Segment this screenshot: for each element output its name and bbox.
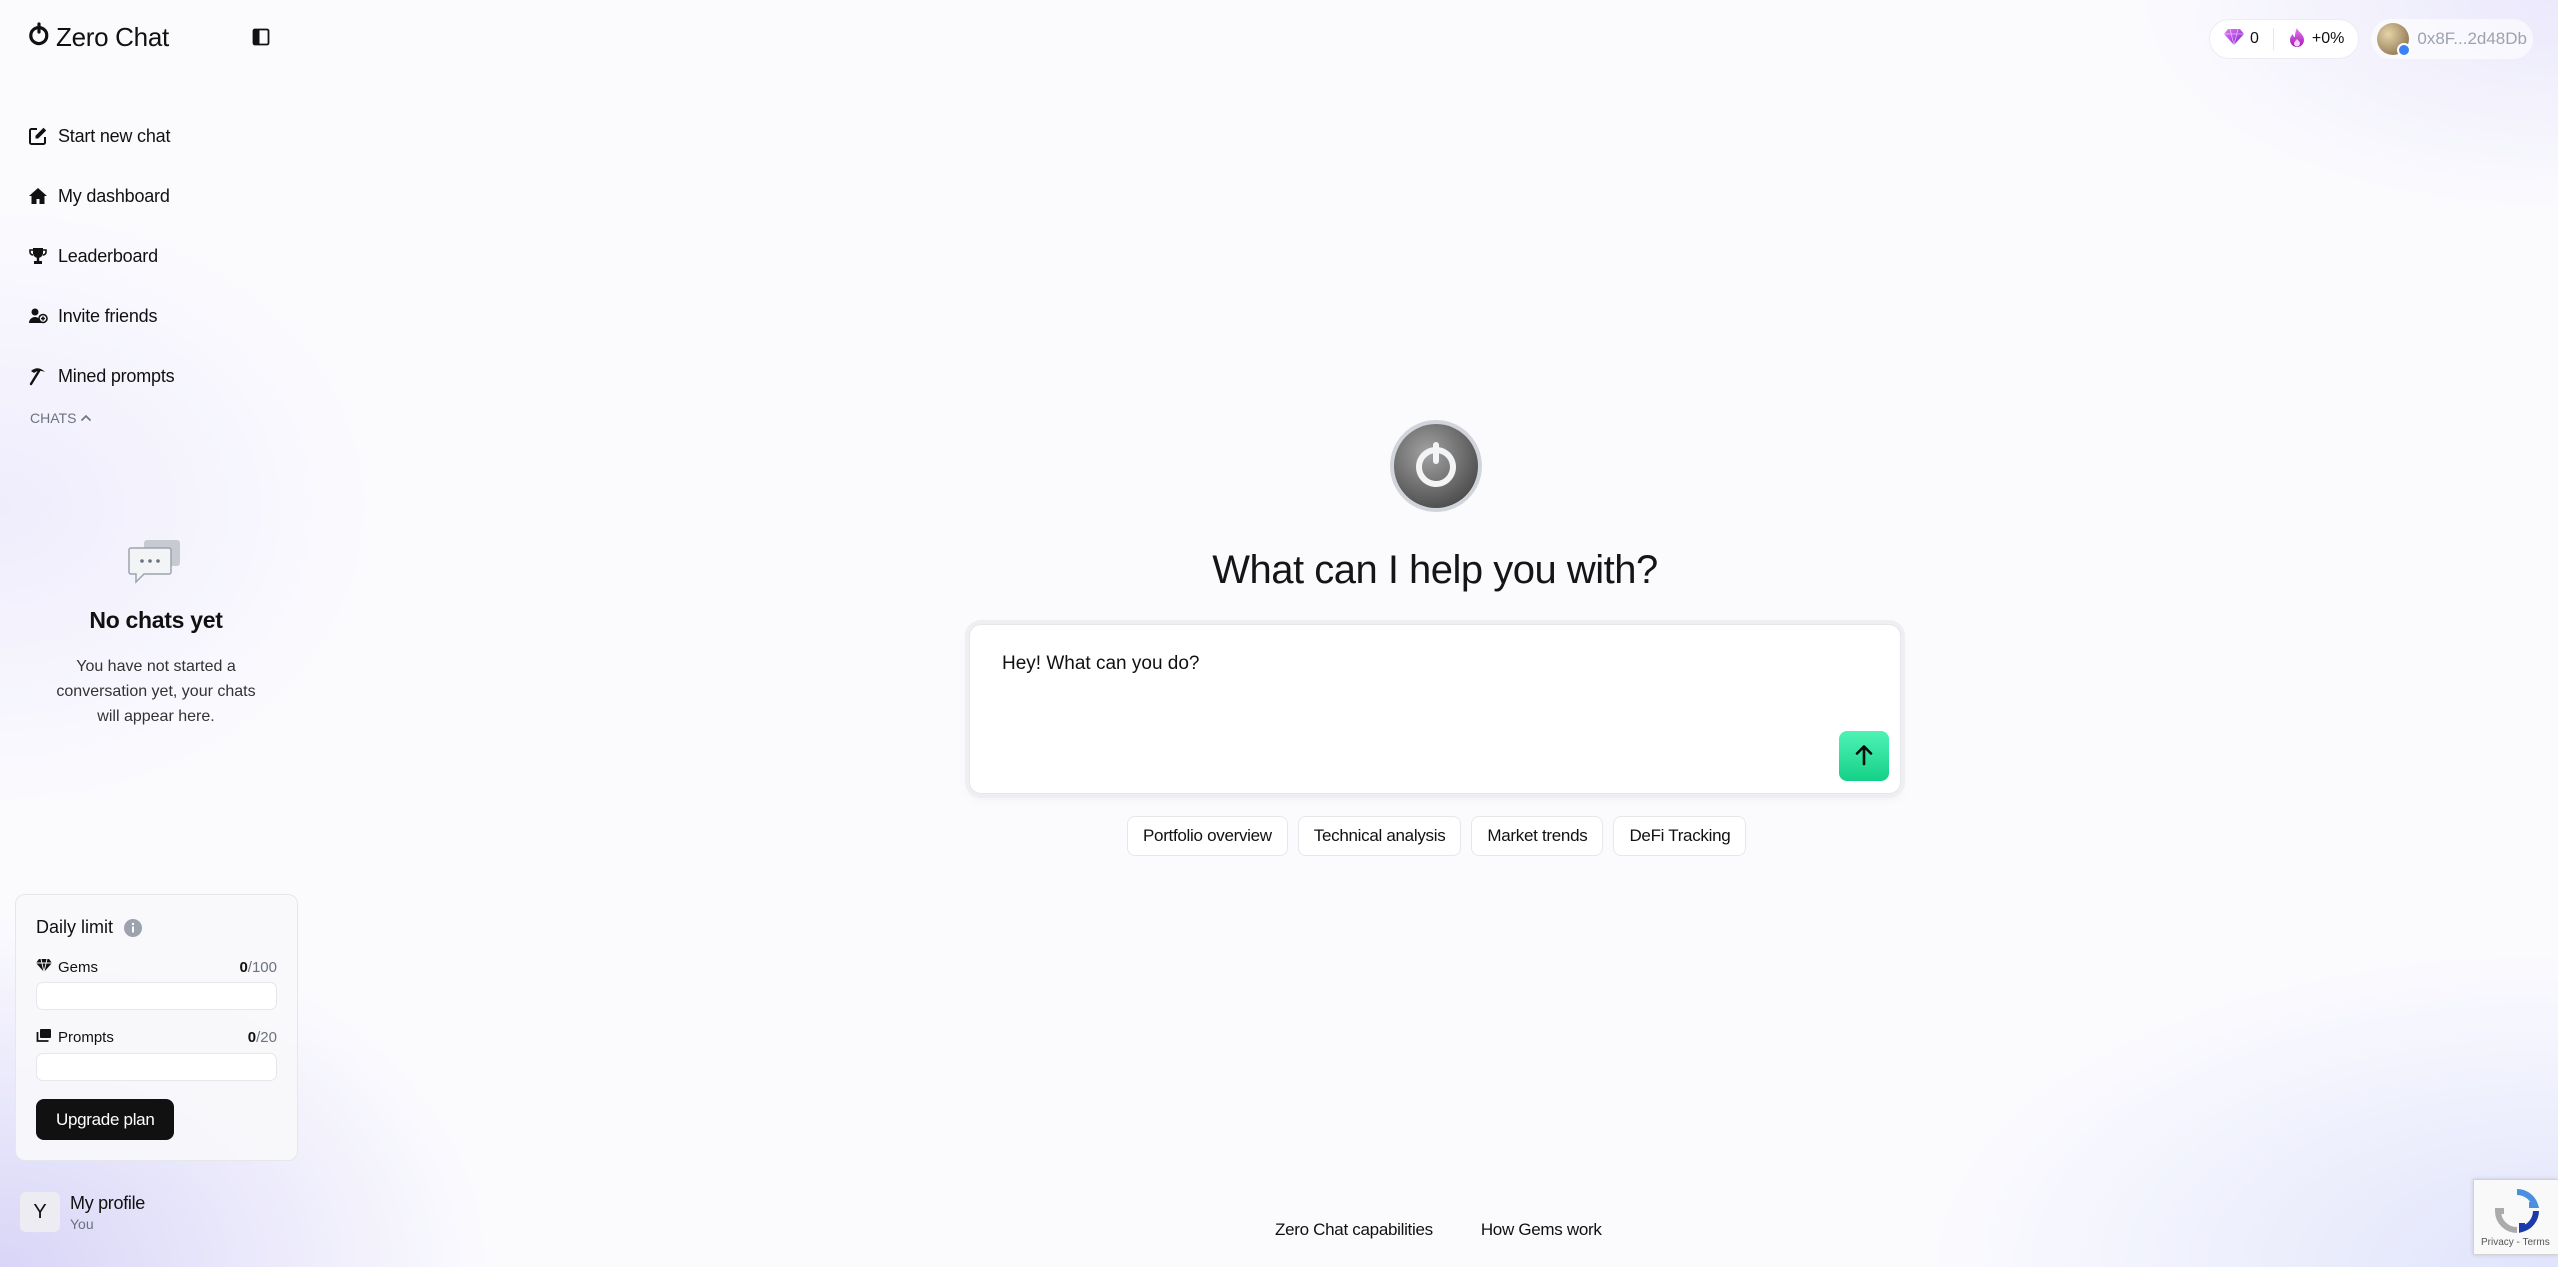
gem-icon: [2223, 28, 2244, 50]
how-gems-work-link[interactable]: How Gems work: [1481, 1220, 1602, 1240]
pickaxe-icon: [28, 366, 48, 386]
gems-progress-bar: [36, 982, 277, 1010]
empty-description: You have not started a conversation yet,…: [56, 658, 256, 725]
daily-limit-header: Daily limit: [36, 917, 277, 938]
chip-market-trends[interactable]: Market trends: [1471, 816, 1604, 856]
info-icon[interactable]: [123, 918, 143, 938]
gems-count: 0: [2249, 30, 2259, 47]
wallet-address: 0x8F...2d48Db: [2417, 29, 2527, 48]
suggestion-chips: Portfolio overview Technical analysis Ma…: [1127, 816, 1747, 856]
wallet-button[interactable]: 0x8F...2d48Db: [2371, 19, 2533, 59]
nav-label: Leaderboard: [58, 245, 158, 266]
prompts-icon: [36, 1028, 52, 1047]
nav-label: Mined prompts: [58, 365, 175, 386]
upgrade-plan-button[interactable]: Upgrade plan: [36, 1099, 175, 1140]
nav-my-dashboard[interactable]: My dashboard: [28, 166, 174, 226]
nav-start-new-chat[interactable]: Start new chat: [28, 106, 174, 166]
gems-label: Gems: [58, 958, 99, 976]
profile-sub: You: [70, 1215, 94, 1232]
prompts-label: Prompts: [58, 1029, 114, 1046]
nav-label: Invite friends: [58, 305, 158, 326]
chevron-up-icon: [80, 410, 92, 426]
recaptcha-icon: [2494, 1188, 2540, 1239]
chat-input[interactable]: [1002, 653, 1822, 675]
chats-section-toggle[interactable]: CHATS: [30, 410, 92, 426]
network-badge-icon: [2397, 43, 2412, 57]
divider: [2272, 28, 2274, 50]
footer-links: Zero Chat capabilities How Gems work: [1275, 1220, 1602, 1240]
send-button[interactable]: [1839, 731, 1889, 781]
brand[interactable]: Zero Chat: [28, 22, 169, 53]
home-icon: [28, 186, 48, 206]
stats-pill[interactable]: 0 +0%: [2208, 19, 2360, 59]
boost-value: +0%: [2311, 30, 2345, 47]
daily-limit-title: Daily limit: [36, 917, 114, 937]
profile-button[interactable]: Y My profile You: [20, 1192, 145, 1232]
chats-label: CHATS: [30, 410, 77, 426]
gems-used: 0: [239, 958, 248, 976]
edit-icon: [28, 126, 48, 146]
empty-chats: No chats yet You have not started a conv…: [28, 538, 284, 729]
top-bar: 0 +0% 0x8F...2d48Db: [2208, 19, 2533, 59]
profile-name: My profile: [70, 1192, 146, 1213]
arrow-up-icon: [1855, 744, 1873, 769]
empty-title: No chats yet: [89, 607, 223, 633]
recaptcha-badge[interactable]: Privacy - Terms: [2473, 1179, 2558, 1255]
prompts-progress-bar: [36, 1053, 277, 1081]
wallet-avatar: [2377, 23, 2412, 57]
sidebar-toggle-icon[interactable]: [252, 28, 272, 48]
nav-label: Start new chat: [58, 125, 171, 146]
recaptcha-links[interactable]: Privacy - Terms: [2481, 1237, 2550, 1248]
daily-limit-card: Daily limit Gems 0/100 Prompts 0/20 Upgr…: [15, 894, 298, 1161]
boost-stat: +0%: [2288, 27, 2344, 52]
prompts-used: 0: [247, 1029, 257, 1046]
capabilities-link[interactable]: Zero Chat capabilities: [1275, 1220, 1433, 1240]
nav-invite-friends[interactable]: Invite friends: [28, 286, 174, 346]
gems-meter: Gems 0/100: [36, 958, 277, 1010]
trophy-icon: [28, 246, 48, 266]
sidebar-nav: Start new chat My dashboard Leaderboard …: [28, 106, 175, 406]
gems-stat: 0: [2223, 28, 2259, 50]
flame-icon: [2288, 27, 2306, 52]
chip-technical-analysis[interactable]: Technical analysis: [1297, 816, 1462, 856]
prompts-meter: Prompts 0/20: [36, 1028, 277, 1081]
add-user-icon: [28, 306, 48, 326]
nav-mined-prompts[interactable]: Mined prompts: [28, 346, 175, 406]
nav-leaderboard[interactable]: Leaderboard: [28, 226, 174, 286]
chat-composer: [969, 624, 1901, 794]
gem-icon: [36, 958, 52, 976]
brand-name: Zero Chat: [56, 22, 169, 52]
gems-max: /100: [247, 958, 277, 976]
nav-label: My dashboard: [58, 185, 170, 206]
avatar: Y: [20, 1192, 60, 1232]
zero-chat-logo: [1389, 419, 1483, 513]
chip-portfolio-overview[interactable]: Portfolio overview: [1127, 816, 1288, 856]
zero-logo-icon: [28, 22, 50, 53]
chip-defi-tracking[interactable]: DeFi Tracking: [1613, 816, 1747, 856]
page-title: What can I help you with?: [1212, 548, 1658, 592]
sidebar: Zero Chat Start new chat My dashboard Le…: [0, 0, 310, 1267]
prompts-max: /20: [256, 1029, 277, 1046]
chat-bubbles-icon: [28, 538, 284, 593]
